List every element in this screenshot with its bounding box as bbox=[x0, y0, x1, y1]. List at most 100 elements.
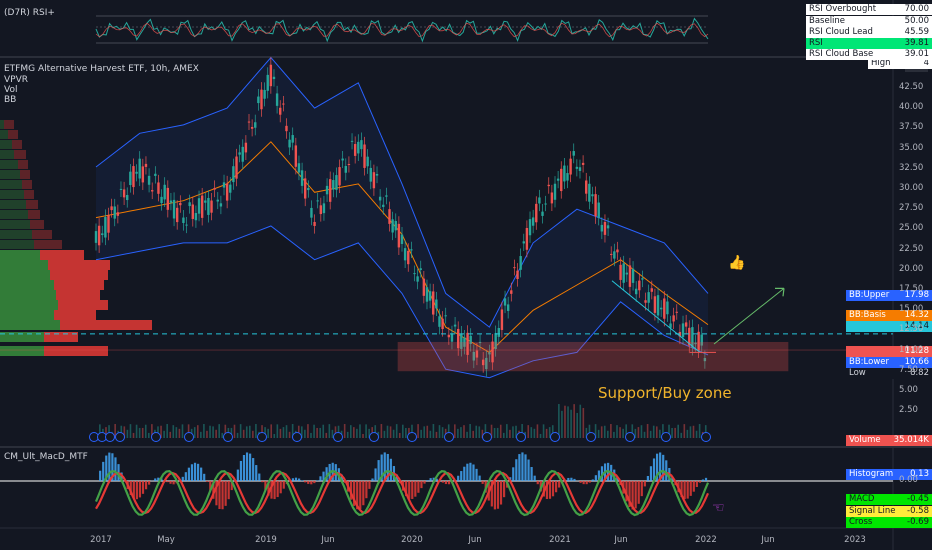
indicator-bb[interactable]: BB bbox=[4, 95, 16, 105]
macd-histogram-bar bbox=[444, 481, 448, 485]
volume-bar bbox=[233, 424, 236, 438]
candle bbox=[591, 194, 594, 197]
candle bbox=[503, 298, 507, 306]
volume-bar bbox=[655, 426, 658, 438]
price-tag: Volume 35.014K bbox=[846, 435, 932, 446]
volume-bar bbox=[328, 424, 331, 438]
rsi-tag-value: 50.00 bbox=[904, 16, 929, 26]
volume-bar bbox=[356, 428, 358, 438]
volume-bar bbox=[212, 426, 214, 438]
volume-bar bbox=[542, 424, 545, 438]
volume-bar bbox=[362, 433, 364, 438]
dividend-marker bbox=[257, 432, 267, 442]
candle bbox=[116, 212, 120, 216]
candle bbox=[625, 272, 629, 275]
price-tick: 10.00 bbox=[899, 344, 924, 355]
volume-bar bbox=[276, 424, 279, 438]
volume-bar bbox=[359, 424, 361, 438]
candle bbox=[316, 200, 319, 202]
candle bbox=[441, 318, 444, 330]
price-tag-label: BB:Upper bbox=[849, 290, 890, 300]
volume-bar bbox=[178, 428, 181, 438]
candle bbox=[244, 142, 248, 153]
candle bbox=[94, 231, 98, 243]
candle bbox=[581, 162, 585, 165]
vpvr-up-bar bbox=[0, 150, 14, 159]
volume-bar bbox=[267, 428, 269, 438]
price-tick: 22.50 bbox=[899, 243, 924, 254]
vpvr-down-bar bbox=[24, 190, 34, 199]
vpvr-down-bar bbox=[20, 170, 30, 179]
candle bbox=[378, 196, 382, 201]
candle bbox=[428, 291, 432, 301]
macd-histogram-bar bbox=[249, 453, 252, 481]
candle bbox=[122, 189, 126, 198]
dividend-marker bbox=[444, 432, 454, 442]
volume-bar bbox=[573, 404, 575, 438]
vpvr-down-bar bbox=[30, 220, 44, 229]
vpvr-up-bar bbox=[0, 250, 40, 260]
vpvr-down-bar bbox=[34, 240, 62, 249]
macd-histogram-bar bbox=[548, 481, 552, 499]
volume-bar bbox=[346, 431, 349, 438]
macd-histogram-bar bbox=[148, 481, 151, 485]
macd-tag: Cross -0.69 bbox=[846, 517, 932, 528]
candle bbox=[160, 196, 163, 204]
macd-histogram-bar bbox=[683, 481, 686, 500]
volume-bar bbox=[166, 424, 168, 438]
candle bbox=[525, 228, 529, 250]
candle bbox=[535, 203, 538, 223]
time-tick: 2019 bbox=[255, 535, 277, 545]
dividend-marker bbox=[586, 432, 596, 442]
candle bbox=[188, 202, 191, 207]
candle bbox=[207, 197, 210, 215]
indicator-vpvr[interactable]: VPVR bbox=[4, 75, 28, 85]
volume-bar bbox=[331, 429, 334, 438]
candle bbox=[628, 265, 632, 287]
macd-histogram-bar bbox=[242, 455, 246, 481]
dividend-marker bbox=[482, 432, 492, 442]
vpvr-down-bar bbox=[54, 310, 96, 320]
vpvr-up-bar bbox=[0, 270, 50, 280]
macd-histogram-bar bbox=[245, 452, 249, 481]
volume-bar bbox=[325, 432, 328, 438]
candle bbox=[210, 200, 213, 213]
volume-bar bbox=[132, 432, 135, 438]
candle bbox=[138, 158, 141, 179]
dividend-marker bbox=[292, 432, 302, 442]
candle bbox=[338, 167, 341, 186]
candle bbox=[279, 107, 282, 115]
price-tick: 37.50 bbox=[899, 122, 924, 133]
macd-histogram-bar bbox=[108, 452, 111, 481]
candle bbox=[556, 178, 560, 181]
candle bbox=[263, 89, 266, 99]
volume-bar bbox=[680, 432, 683, 438]
volume-bar bbox=[429, 430, 432, 438]
indicator-vol[interactable]: Vol bbox=[4, 85, 17, 95]
macd-histogram-bar bbox=[316, 480, 319, 481]
volume-bar bbox=[307, 424, 309, 438]
candle bbox=[241, 146, 244, 162]
macd-histogram-bar bbox=[279, 481, 282, 494]
volume-bar bbox=[692, 425, 695, 438]
volume-bar bbox=[169, 431, 172, 438]
volume-bar bbox=[255, 424, 257, 438]
candle bbox=[232, 166, 235, 183]
volume-bar bbox=[141, 427, 144, 438]
time-tick: 2021 bbox=[549, 535, 571, 545]
candle bbox=[350, 140, 354, 142]
macd-histogram-bar bbox=[206, 481, 209, 482]
vpvr-down-bar bbox=[32, 230, 52, 239]
macd-histogram-bar bbox=[187, 467, 190, 481]
volume-bar bbox=[689, 426, 692, 438]
candle bbox=[572, 151, 575, 156]
candle bbox=[419, 268, 422, 270]
candle bbox=[300, 170, 304, 186]
volume-bar bbox=[236, 432, 239, 438]
volume-bar bbox=[316, 427, 318, 438]
macd-histogram-bar bbox=[221, 481, 224, 510]
macd-histogram-bar bbox=[411, 481, 414, 499]
candle bbox=[619, 264, 622, 280]
macd-histogram-bar bbox=[200, 467, 203, 481]
macd-tag-label: Histogram bbox=[849, 469, 894, 479]
